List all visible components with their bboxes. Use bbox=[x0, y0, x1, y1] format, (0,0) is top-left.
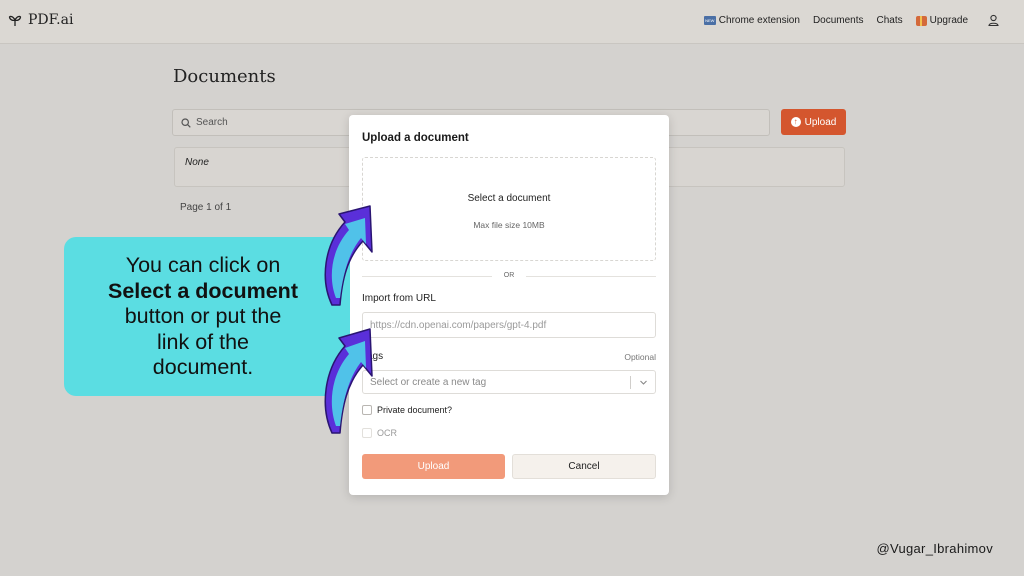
annotation-line-3: button or put the bbox=[124, 304, 282, 328]
annotation-emphasis: Select a document bbox=[108, 278, 298, 303]
dropzone-size-hint: Max file size 10MB bbox=[473, 220, 545, 230]
tag-select[interactable]: Select or create a new tag bbox=[362, 370, 656, 394]
upload-arrow-icon: ↑ bbox=[790, 117, 801, 127]
nav-documents[interactable]: Documents bbox=[813, 15, 864, 26]
brand-name: PDF.ai bbox=[28, 12, 74, 28]
search-icon bbox=[181, 117, 191, 128]
gift-icon bbox=[915, 15, 927, 26]
annotation-callout: You can click on Select a document butto… bbox=[64, 237, 350, 396]
nav-chrome-extension[interactable]: NEW Chrome extension bbox=[703, 15, 800, 26]
upload-button[interactable]: ↑ Upload bbox=[781, 109, 846, 135]
empty-row-text: None bbox=[185, 157, 209, 168]
url-input[interactable] bbox=[362, 312, 656, 338]
modal-upload-button[interactable]: Upload bbox=[362, 454, 505, 479]
brand[interactable]: PDF.ai bbox=[8, 12, 73, 28]
tag-select-separator bbox=[630, 376, 631, 389]
new-badge-icon: NEW bbox=[703, 16, 716, 25]
annotation-line-1: You can click on bbox=[125, 253, 281, 277]
pagination-text: Page 1 of 1 bbox=[180, 202, 232, 213]
tag-select-placeholder: Select or create a new tag bbox=[370, 376, 487, 388]
nav-upgrade-label: Upgrade bbox=[929, 15, 968, 26]
nav-links: NEW Chrome extension Documents Chats Upg… bbox=[703, 12, 1002, 29]
arrow-to-url-input-icon bbox=[324, 328, 373, 434]
select-document-dropzone[interactable]: Select a document Max file size 10MB bbox=[362, 157, 656, 261]
optional-label: Optional bbox=[624, 352, 656, 362]
modal-title: Upload a document bbox=[362, 132, 469, 144]
dropzone-title: Select a document bbox=[467, 193, 551, 204]
upload-modal: Upload a document Select a document Max … bbox=[349, 115, 669, 495]
page-title: Documents bbox=[173, 66, 276, 87]
annotation-line-2: Select a document bbox=[68, 279, 338, 305]
user-account-icon[interactable] bbox=[985, 12, 1002, 29]
nav-upgrade[interactable]: Upgrade bbox=[915, 15, 968, 26]
annotation-line-4: link of the bbox=[156, 329, 250, 354]
chevron-down-icon bbox=[640, 380, 647, 385]
private-document-label: Private document? bbox=[377, 405, 453, 415]
annotation-line-5: document. bbox=[152, 355, 254, 379]
modal-cancel-button[interactable]: Cancel bbox=[512, 454, 656, 479]
nav-chrome-extension-label: Chrome extension bbox=[718, 15, 800, 26]
leaf-logo-icon bbox=[8, 15, 22, 26]
top-nav: PDF.ai NEW Chrome extension Documents Ch… bbox=[0, 0, 1024, 44]
nav-chats[interactable]: Chats bbox=[877, 15, 903, 26]
author-watermark: @Vugar_Ibrahimov bbox=[876, 541, 993, 556]
divider-line-right bbox=[526, 276, 656, 277]
arrow-to-dropzone-icon bbox=[324, 205, 373, 306]
search-placeholder: Search bbox=[196, 117, 228, 128]
nav-chats-label: Chats bbox=[876, 15, 903, 26]
or-divider: OR bbox=[362, 271, 656, 281]
nav-documents-label: Documents bbox=[812, 15, 864, 26]
upload-button-label: Upload bbox=[804, 116, 837, 128]
annotation-text: You can click on Select a document butto… bbox=[68, 253, 338, 381]
